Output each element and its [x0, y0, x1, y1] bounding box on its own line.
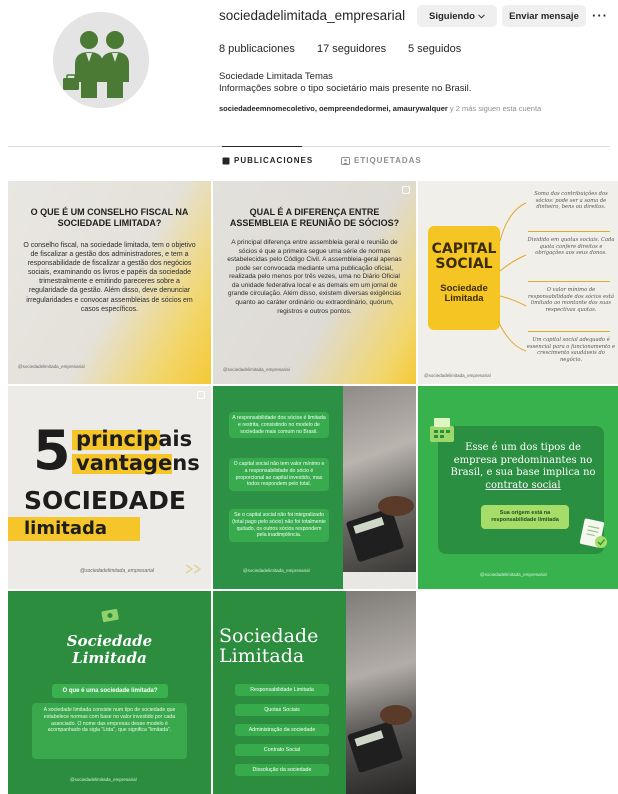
sociedade-text: SOCIEDADE	[24, 486, 186, 515]
capital-note: O valor mínimo de responsabilidade dos s…	[528, 287, 614, 313]
origin-button: Sua origem está na responsabilidade limi…	[481, 505, 569, 529]
posts-grid: O que é um conselho fiscal na Sociedade …	[8, 181, 618, 794]
topic-item: Quotas Sociais	[235, 704, 329, 716]
post-responsabilidade[interactable]: A responsabilidade dos sócios é limitada…	[213, 386, 416, 589]
vantagens-text: vantagens	[76, 451, 200, 475]
capital-note: Soma das contribuições dos sócios: pode …	[534, 191, 608, 210]
title-line: Limitada	[72, 649, 147, 668]
cash-register-icon	[430, 418, 454, 442]
title-line: Limitada	[219, 644, 305, 667]
business-people-icon	[53, 12, 149, 108]
tab-posts-label: PUBLICACIONES	[234, 156, 314, 165]
principais-text: principais	[76, 427, 193, 451]
info-box: A responsabilidade dos sócios é limitada…	[229, 412, 329, 439]
divider	[528, 231, 610, 232]
post-assembleia-reuniao[interactable]: Qual é a diferença entre assembleia e re…	[213, 181, 416, 384]
post-capital-social[interactable]: CAPITAL SOCIAL Sociedade Limitada Soma d…	[418, 181, 618, 384]
divider	[528, 331, 610, 332]
tab-tagged[interactable]: ETIQUETADAS	[341, 156, 422, 165]
following-button-label: Siguiendo	[429, 10, 475, 22]
post-handle: @sociedadelimitada_empresarial	[223, 367, 290, 372]
tabs-divider	[8, 146, 610, 147]
post-handle: @sociedadelimitada_empresarial	[80, 568, 155, 574]
profile-username: sociedadelimitada_empresarial	[219, 8, 406, 23]
capital-note: Dividido em quotas sociais. Cada quota c…	[527, 237, 615, 256]
bio-name: Sociedade Limitada Temas	[219, 71, 333, 82]
send-message-button[interactable]: Enviar mensaje	[502, 5, 586, 27]
post-body: O conselho fiscal, na sociedade limitada…	[23, 242, 196, 313]
bio-text: Informações sobre o tipo societário mais…	[219, 83, 472, 94]
active-tab-indicator	[222, 146, 302, 147]
more-icon[interactable]: ···	[592, 8, 608, 23]
post-title: Sociedade Limitada	[8, 632, 211, 668]
limitada-text: limitada	[24, 518, 108, 539]
following-count[interactable]: 5 seguidos	[408, 43, 461, 55]
post-handle: @sociedadelimitada_empresarial	[243, 568, 310, 573]
contract-link-text: contrato social	[485, 479, 561, 491]
following-button[interactable]: Siguiendo	[417, 5, 497, 27]
topic-item: Responsabilidade Limitada	[235, 684, 329, 696]
carousel-icon	[197, 391, 205, 399]
calculator-photo	[341, 386, 416, 589]
tab-tagged-label: ETIQUETADAS	[354, 156, 422, 165]
divider	[528, 281, 610, 282]
topic-item: Contrato Social	[235, 744, 329, 756]
tab-posts[interactable]: PUBLICACIONES	[222, 156, 313, 165]
info-box: O capital social não tem valor mínimo e …	[229, 458, 329, 491]
post-handle: @sociedadelimitada_empresarial	[18, 364, 85, 369]
post-title: Qual é a diferença entre assembleia e re…	[229, 207, 400, 229]
posts-count: 8 publicaciones	[219, 43, 295, 55]
post-5-vantagens[interactable]: 5 principais vantagens SOCIEDADE limitad…	[8, 386, 211, 589]
followed-by-names[interactable]: sociedadeemnomecoletivo, oempreendedorme…	[219, 104, 448, 113]
post-handle: @sociedadelimitada_empresarial	[424, 373, 491, 378]
post-topicos[interactable]: Sociedade Limitada Responsabilidade Limi…	[213, 591, 416, 794]
post-text-main: Esse é um dos tipos de empresa predomina…	[450, 442, 596, 478]
profile-avatar[interactable]	[53, 12, 149, 108]
followers-count[interactable]: 17 seguidores	[317, 43, 408, 55]
contract-document-icon	[579, 518, 607, 548]
chevron-down-icon	[478, 13, 485, 19]
info-box: Se o capital social não foi integralizad…	[229, 509, 329, 542]
title-line: Sociedade	[219, 625, 319, 647]
grid-icon	[222, 157, 230, 164]
post-body: A sociedade limitada consiste num tipo d…	[32, 703, 187, 759]
calculator-icon	[341, 496, 416, 589]
number-five: 5	[33, 419, 71, 482]
post-body: A principal diferença entre assembleia g…	[227, 239, 402, 315]
topic-item: Dissolução da sociedade	[235, 764, 329, 776]
carousel-icon	[402, 186, 410, 194]
profile-header: sociedadelimitada_empresarial Siguiendo …	[0, 0, 618, 145]
title-line: Sociedade	[66, 632, 153, 650]
topic-item: Administração da sociedade	[235, 724, 329, 736]
arrow-right-icon	[185, 564, 202, 574]
post-o-que-e[interactable]: Sociedade Limitada O que é uma sociedade…	[8, 591, 211, 794]
question-label: O que é uma sociedade limitada?	[52, 684, 168, 698]
calculator-photo	[346, 591, 416, 794]
calculator-icon	[347, 705, 412, 773]
tagged-icon	[341, 156, 350, 165]
post-conselho-fiscal[interactable]: O que é um conselho fiscal na Sociedade …	[8, 181, 211, 384]
post-contrato-social[interactable]: Esse é um dos tipos de empresa predomina…	[418, 386, 618, 589]
post-handle: @sociedadelimitada_empresarial	[70, 777, 137, 782]
followed-by[interactable]: sociedadeemnomecoletivo, oempreendedorme…	[219, 104, 541, 113]
profile-stats: 8 publicaciones 17 seguidores 5 seguidos	[219, 43, 461, 55]
followed-by-rest: y 2 más siguen esta cuenta	[447, 104, 542, 113]
capital-note: Um capital social adequado é essencial p…	[526, 337, 616, 363]
money-icon	[101, 608, 119, 623]
post-title: O que é um conselho fiscal na Sociedade …	[30, 207, 189, 229]
post-text: Esse é um dos tipos de empresa predomina…	[448, 442, 598, 492]
post-title: Sociedade Limitada	[219, 625, 319, 667]
post-handle: @sociedadelimitada_empresarial	[480, 572, 547, 577]
